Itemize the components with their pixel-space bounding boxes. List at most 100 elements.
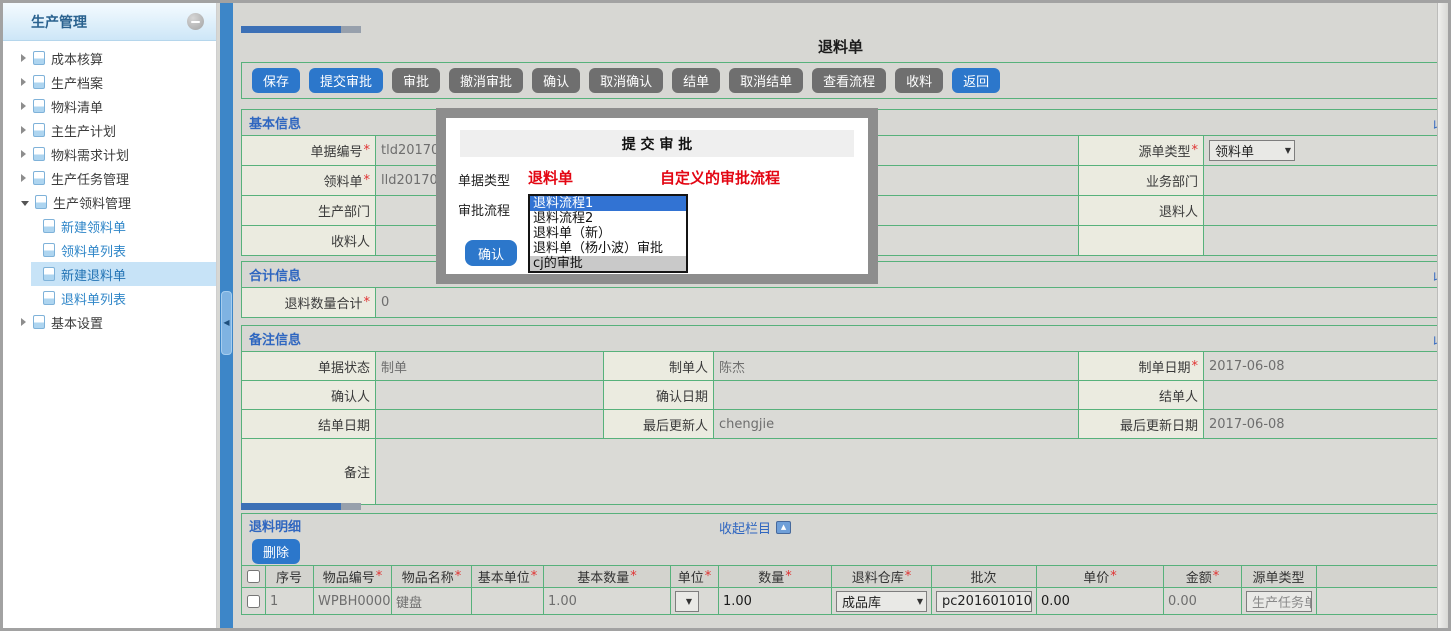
required-mark: * xyxy=(630,569,637,584)
row-base-qty: 1.00 xyxy=(544,587,671,614)
caret-right-icon xyxy=(21,126,26,134)
biz-dept-field[interactable] xyxy=(1204,165,1439,195)
chevron-down-icon: ▼ xyxy=(686,597,692,606)
pick-no-label: 领料单* xyxy=(242,165,376,195)
required-mark: * xyxy=(905,569,912,584)
maker-label: 制单人 xyxy=(604,351,714,380)
col-item-name: 物品名称* xyxy=(392,566,472,587)
receiver-label: 收料人 xyxy=(242,225,376,255)
sidebar-splitter[interactable]: ◀ xyxy=(220,3,233,628)
flow-option[interactable]: 退料单（杨小波）审批 xyxy=(530,241,686,256)
minus-circle-icon[interactable] xyxy=(187,13,204,30)
sidebar-item-new-picking-form[interactable]: 新建领料单 xyxy=(31,214,216,238)
doc-no-label: 单据编号* xyxy=(242,135,376,165)
required-mark: * xyxy=(785,569,792,584)
cancel-confirm-button[interactable]: 取消确认 xyxy=(589,68,663,93)
col-base-qty: 基本数量* xyxy=(544,566,671,587)
row-checkbox-cell xyxy=(242,587,266,614)
row-source-type-select[interactable]: 生产任务单▼ xyxy=(1246,591,1312,612)
doc-status-value: 制单 xyxy=(376,351,604,380)
delete-row-button[interactable]: 删除 xyxy=(252,539,300,564)
sidebar-item-production-archives[interactable]: 生产档案 xyxy=(3,70,216,94)
sidebar-item-material-requirements-plan[interactable]: 物料需求计划 xyxy=(3,142,216,166)
col-filler xyxy=(1317,566,1439,587)
closer-label: 结单人 xyxy=(1079,380,1204,409)
col-seq: 序号 xyxy=(266,566,314,587)
col-qty: 数量* xyxy=(719,566,832,587)
app-window: 生产管理 成本核算 生产档案 物料清单 主生产计划 xyxy=(0,0,1451,631)
row-warehouse-cell: 成品库▼ xyxy=(832,587,932,614)
collapse-left-icon: ◀ xyxy=(223,319,229,327)
detail-button-bar: 删除 xyxy=(242,537,1439,565)
remark-info-grid: 单据状态 制单 制单人 陈杰 制单日期* 2017-06-08 确认人 确认日期… xyxy=(242,351,1439,504)
required-mark: * xyxy=(376,569,383,584)
document-icon xyxy=(33,171,45,185)
submit-approval-button[interactable]: 提交审批 xyxy=(309,68,383,93)
row-qty-field[interactable]: 1.00 xyxy=(719,587,832,614)
document-icon xyxy=(33,75,45,89)
document-icon xyxy=(33,51,45,65)
close-form-button[interactable]: 结单 xyxy=(672,68,720,93)
progress-fill xyxy=(241,503,341,510)
select-all-checkbox[interactable] xyxy=(247,570,260,583)
toolbar: 保存 提交审批 审批 撤消审批 确认 取消确认 结单 取消结单 查看流程 收料 … xyxy=(241,62,1440,99)
document-icon xyxy=(35,195,47,209)
confirm-date-value xyxy=(714,380,1079,409)
view-flow-button[interactable]: 查看流程 xyxy=(812,68,886,93)
approval-flow-annotation: 自定义的审批流程 xyxy=(660,167,780,188)
col-source-type: 源单类型 xyxy=(1242,566,1317,587)
flow-option[interactable]: cj的审批 xyxy=(530,256,686,271)
splitter-handle[interactable]: ◀ xyxy=(221,291,232,355)
back-button[interactable]: 返回 xyxy=(952,68,1000,93)
flow-option[interactable]: 退料单（新） xyxy=(530,226,686,241)
caret-down-icon xyxy=(21,201,29,206)
approve-button[interactable]: 审批 xyxy=(392,68,440,93)
row-checkbox[interactable] xyxy=(247,595,260,608)
return-qty-total-field[interactable]: 0 xyxy=(376,287,1439,317)
flow-option[interactable]: 退料流程1 xyxy=(530,196,686,211)
sidebar-item-label: 主生产计划 xyxy=(51,121,116,140)
sidebar-item-return-form-list[interactable]: 退料单列表 xyxy=(31,286,216,310)
sidebar-item-bom[interactable]: 物料清单 xyxy=(3,94,216,118)
source-type-select[interactable]: 领料单▼ xyxy=(1209,140,1295,161)
save-button[interactable]: 保存 xyxy=(252,68,300,93)
confirm-button[interactable]: 确认 xyxy=(532,68,580,93)
cancel-close-button[interactable]: 取消结单 xyxy=(729,68,803,93)
section-title: 合计信息 xyxy=(249,265,301,284)
batch-select[interactable]: pc201601010011▼ xyxy=(936,591,1032,612)
approval-flow-listbox: 退料流程1 退料流程2 退料单（新） 退料单（杨小波）审批 cj的审批 xyxy=(528,194,688,273)
sidebar-item-label: 物料清单 xyxy=(51,97,103,116)
warehouse-select[interactable]: 成品库▼ xyxy=(836,591,927,612)
cancel-approval-button[interactable]: 撤消审批 xyxy=(449,68,523,93)
returner-field[interactable] xyxy=(1204,195,1439,225)
sidebar-item-label: 基本设置 xyxy=(51,313,103,332)
collapse-up-icon[interactable]: ▲ xyxy=(776,521,791,534)
required-mark: * xyxy=(1110,569,1117,584)
receive-button[interactable]: 收料 xyxy=(895,68,943,93)
caret-right-icon xyxy=(21,54,26,62)
sidebar-item-cost-accounting[interactable]: 成本核算 xyxy=(3,46,216,70)
flow-option[interactable]: 退料流程2 xyxy=(530,211,686,226)
row-price-field[interactable]: 0.00 xyxy=(1037,587,1164,614)
vertical-scrollbar[interactable] xyxy=(1437,3,1448,628)
sidebar-item-new-return-form[interactable]: 新建退料单 xyxy=(31,262,216,286)
last-updater-label: 最后更新人 xyxy=(604,409,714,438)
form-content: 退料单 保存 提交审批 审批 撤消审批 确认 取消确认 结单 取消结单 查看流程… xyxy=(241,3,1440,628)
make-date-label: 制单日期* xyxy=(1079,351,1204,380)
chevron-down-icon: ▼ xyxy=(1285,146,1291,155)
source-type-label: 源单类型* xyxy=(1079,135,1204,165)
sidebar-item-production-picking-mgmt[interactable]: 生产领料管理 xyxy=(3,190,216,214)
collapse-section-link[interactable]: 收起栏目 ▲ xyxy=(719,518,791,537)
col-item-code: 物品编号* xyxy=(314,566,392,587)
return-detail-table: 序号 物品编号* 物品名称* 基本单位* 基本数量* 单位* 数量* 退料仓库*… xyxy=(242,565,1439,614)
last-update-date-value: 2017-06-08 xyxy=(1204,409,1439,438)
note-field[interactable] xyxy=(376,438,1439,504)
sidebar-item-picking-form-list[interactable]: 领料单列表 xyxy=(31,238,216,262)
sidebar-item-production-task-mgmt[interactable]: 生产任务管理 xyxy=(3,166,216,190)
dialog-confirm-button[interactable]: 确认 xyxy=(465,240,517,266)
sidebar-item-basic-settings[interactable]: 基本设置 xyxy=(3,310,216,334)
total-info-grid: 退料数量合计* 0 xyxy=(242,287,1439,317)
caret-right-icon xyxy=(21,174,26,182)
unit-select[interactable]: ▼ xyxy=(675,591,699,612)
sidebar-item-master-production-plan[interactable]: 主生产计划 xyxy=(3,118,216,142)
